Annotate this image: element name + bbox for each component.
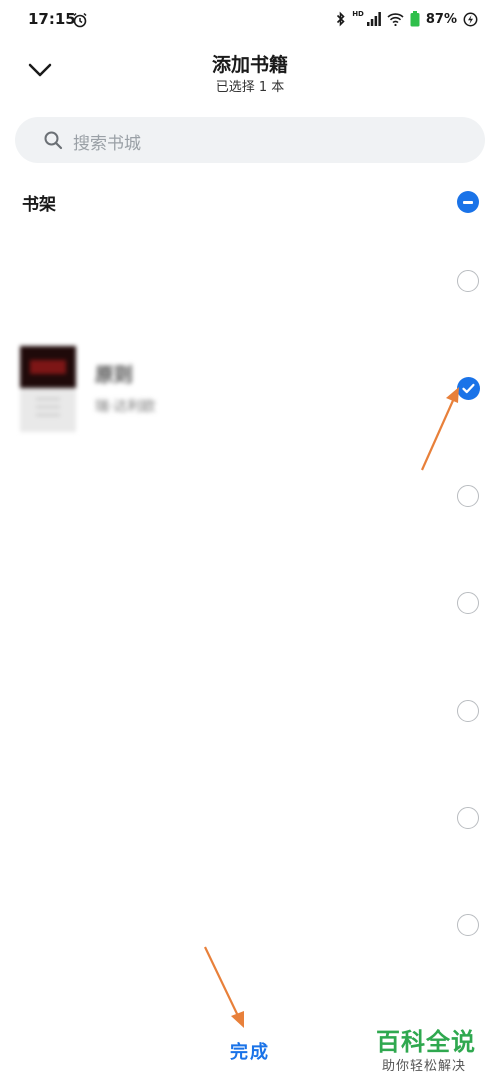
- status-time: 17:15: [28, 10, 76, 28]
- select-radio[interactable]: [457, 700, 479, 722]
- select-radio[interactable]: [457, 270, 479, 292]
- annotation-arrow-icon: [204, 946, 244, 1028]
- done-button[interactable]: 完成: [218, 1038, 282, 1064]
- select-radio[interactable]: [457, 807, 479, 829]
- book-cover-image[interactable]: [20, 346, 76, 432]
- bluetooth-icon: [337, 11, 345, 27]
- signal-icon: [366, 12, 381, 26]
- battery-icon: [410, 11, 420, 27]
- charging-icon: [463, 12, 478, 26]
- watermark-tagline: 助你轻松解决: [382, 1059, 467, 1074]
- watermark-logo: 百科全说: [376, 1028, 476, 1056]
- select-radio[interactable]: [457, 914, 479, 936]
- search-icon: [44, 131, 63, 150]
- annotation-arrow-icon: [420, 387, 459, 471]
- book-author: 瑞·达利欧: [95, 399, 156, 415]
- alarm-icon: [73, 12, 87, 28]
- wifi-icon: [387, 13, 404, 26]
- minus-circle-icon[interactable]: [457, 191, 479, 213]
- status-icons: HD 87%: [336, 11, 478, 27]
- network-type-label: HD: [352, 10, 364, 18]
- search-input[interactable]: 搜索书城: [15, 117, 485, 163]
- page-title: 添加书籍: [211, 54, 288, 76]
- search-placeholder: 搜索书城: [73, 134, 141, 154]
- battery-percent: 87%: [425, 11, 457, 27]
- selection-count: 已选择 1 本: [215, 80, 285, 95]
- book-title: 原则: [95, 364, 134, 386]
- select-radio[interactable]: [457, 592, 479, 614]
- select-radio[interactable]: [457, 485, 479, 507]
- section-label-bookshelf: 书架: [22, 195, 56, 215]
